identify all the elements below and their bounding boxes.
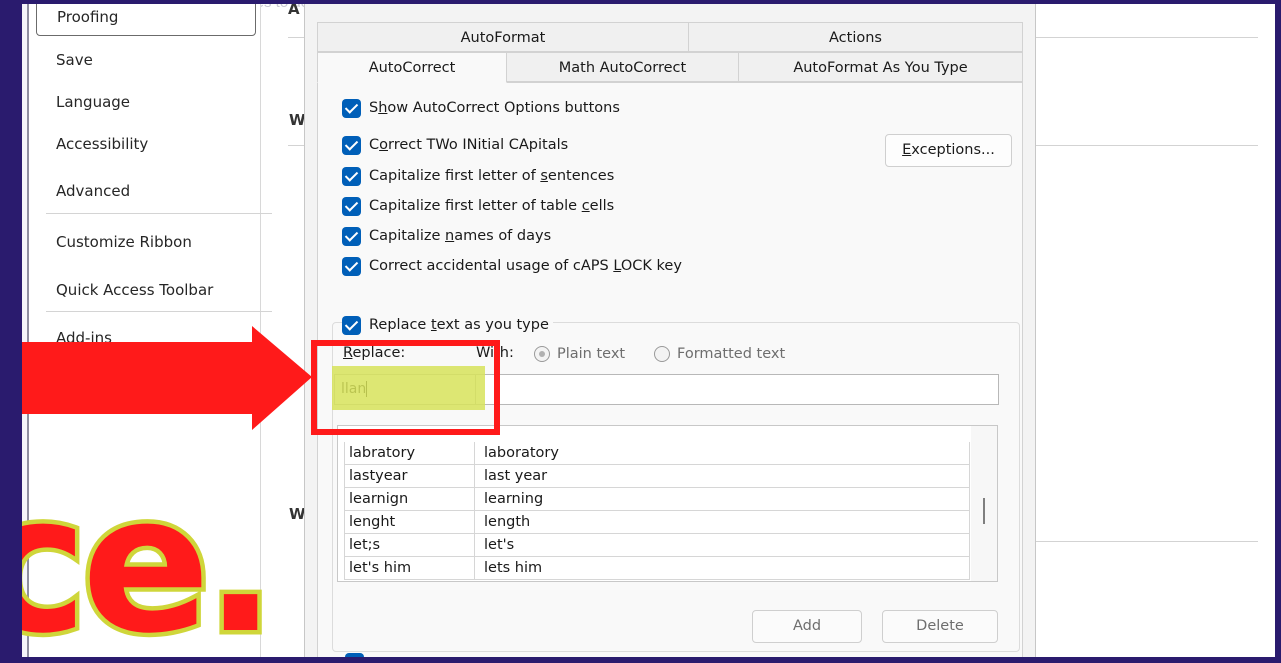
list-item[interactable]: lastyear last year — [344, 465, 970, 488]
nav-separator — [46, 213, 272, 214]
tab-autoformat-as-you-type[interactable]: AutoFormat As You Type — [738, 52, 1023, 82]
entry-replace: lastyear — [344, 465, 475, 488]
checkbox-label: Correct TWo INitial CApitals — [369, 137, 569, 153]
entry-replace: let's him — [344, 557, 475, 580]
red-arrow-icon — [0, 326, 312, 430]
list-scrollbar[interactable] — [971, 426, 997, 581]
nav-item-proofing[interactable]: Proofing — [36, 0, 256, 36]
plain-text-label: Plain text — [557, 346, 626, 362]
radio-icon — [534, 346, 550, 362]
entry-with: lets him — [475, 557, 970, 580]
entry-with: let's — [475, 534, 970, 557]
radio-icon — [654, 346, 670, 362]
tab-autocorrect[interactable]: AutoCorrect — [317, 52, 507, 83]
background-rule — [1036, 145, 1258, 146]
list-item[interactable]: lenght length — [344, 511, 970, 534]
frame-left — [0, 0, 22, 663]
entry-replace: learnign — [344, 488, 475, 511]
screenshot-stage: We look at two statistical values to det… — [0, 0, 1281, 663]
add-button[interactable]: Add — [752, 610, 862, 643]
tab-actions[interactable]: Actions — [688, 22, 1023, 52]
checkbox-label: Show AutoCorrect Options buttons — [369, 100, 620, 116]
entry-with: length — [475, 511, 970, 534]
entry-replace: let;s — [344, 534, 475, 557]
entry-replace: labratory — [344, 442, 475, 465]
frame-right — [1275, 0, 1281, 663]
capitalize-table-cells-checkbox[interactable]: Capitalize first letter of table cells — [342, 194, 614, 218]
nav-item-language[interactable]: Language — [36, 82, 256, 122]
list-item[interactable]: labratory laboratory — [344, 442, 970, 465]
list-item[interactable]: let;s let's — [344, 534, 970, 557]
checkbox-checked-icon — [342, 226, 361, 246]
formatted-text-label: Formatted text — [677, 346, 786, 362]
replace-text-as-you-type-checkbox[interactable]: Replace text as you type — [342, 313, 553, 337]
with-input[interactable] — [475, 374, 999, 405]
background-rule — [1036, 37, 1258, 38]
checkbox-label: Replace text as you type — [369, 317, 549, 333]
annotation-box — [311, 340, 500, 435]
nav-item-save[interactable]: Save — [36, 40, 256, 80]
checkbox-label: Capitalize names of days — [369, 228, 552, 244]
checkbox-checked-icon — [342, 256, 361, 276]
checkbox-checked-icon — [342, 196, 361, 216]
scrollbar-thumb[interactable] — [983, 498, 985, 524]
checkbox-checked-icon — [342, 315, 361, 335]
list-item[interactable]: learnign learning — [344, 488, 970, 511]
list-item[interactable]: let's him lets him — [344, 557, 970, 580]
tab-autoformat[interactable]: AutoFormat — [317, 22, 689, 52]
correct-two-initial-capitals-checkbox[interactable]: Correct TWo INitial CApitals — [342, 133, 568, 157]
entry-with: learning — [475, 488, 970, 511]
entry-replace: lenght — [344, 511, 475, 534]
capitalize-days-checkbox[interactable]: Capitalize names of days — [342, 224, 551, 248]
checkbox-checked-icon — [342, 98, 361, 118]
entry-with: laboratory — [475, 442, 970, 465]
delete-button[interactable]: Delete — [882, 610, 998, 643]
nav-item-accessibility[interactable]: Accessibility — [36, 124, 256, 164]
nav-item-customize-ribbon[interactable]: Customize Ribbon — [36, 222, 256, 262]
checkbox-checked-icon — [342, 166, 361, 186]
checkbox-checked-icon — [342, 135, 361, 155]
show-autocorrect-options-checkbox[interactable]: Show AutoCorrect Options buttons — [342, 96, 620, 120]
entry-with: last year — [475, 465, 970, 488]
capitalize-sentences-checkbox[interactable]: Capitalize first letter of sentences — [342, 164, 614, 188]
plain-text-radio[interactable]: Plain text — [534, 346, 625, 362]
correct-caps-lock-checkbox[interactable]: Correct accidental usage of cAPS LOCK ke… — [342, 254, 682, 278]
autocorrect-entries-list[interactable]: labratory laboratory lastyear last year le… — [337, 425, 998, 582]
exceptions-button[interactable]: Exceptions... — [885, 134, 1012, 167]
nav-item-advanced[interactable]: Advanced — [36, 171, 256, 211]
checkbox-label: Correct accidental usage of cAPS LOCK ke… — [369, 258, 682, 274]
frame-top — [0, 0, 1281, 4]
background-rule — [1036, 541, 1258, 542]
formatted-text-radio[interactable]: Formatted text — [654, 346, 785, 362]
tab-math-autocorrect[interactable]: Math AutoCorrect — [506, 52, 739, 82]
overlay-caption: ce. — [0, 454, 281, 663]
checkbox-label: Capitalize first letter of sentences — [369, 168, 615, 184]
checkbox-label: Capitalize first letter of table cells — [369, 198, 615, 214]
frame-bottom — [0, 657, 1281, 663]
